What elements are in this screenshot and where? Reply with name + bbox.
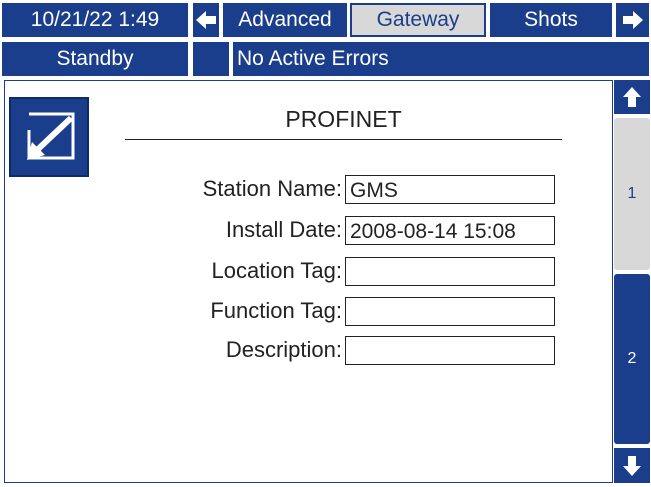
scroll-up-button[interactable] (614, 80, 650, 114)
edit-icon (27, 112, 75, 160)
location-tag-label: Location Tag: (211, 258, 342, 283)
datetime-text: 10/21/22 1:49 (30, 8, 160, 31)
tab-gateway-label: Gateway (376, 8, 460, 31)
arrow-up-icon (623, 87, 641, 107)
arrow-left-icon (196, 11, 216, 29)
content-panel: PROFINET Station Name: GMS Install Date:… (4, 80, 613, 483)
next-screen-button[interactable] (616, 3, 649, 37)
page-scroll-column: 1 2 (614, 80, 650, 483)
description-label: Description: (225, 337, 342, 362)
page-2-button[interactable]: 2 (614, 274, 650, 444)
tab-shots-label: Shots (524, 8, 578, 31)
page-2-label: 2 (627, 350, 637, 367)
function-tag-label: Function Tag: (210, 298, 342, 323)
page-1-button[interactable]: 1 (614, 118, 650, 270)
prev-screen-button[interactable] (193, 3, 219, 37)
errors-text: No Active Errors (237, 47, 389, 70)
location-tag-field[interactable] (345, 257, 555, 286)
install-date-label: Install Date: (225, 217, 342, 242)
datetime-display: 10/21/22 1:49 (2, 3, 188, 37)
station-name-label: Station Name: (202, 176, 342, 201)
tab-gateway[interactable]: Gateway (350, 3, 486, 37)
function-tag-field[interactable] (345, 297, 555, 326)
errors-display: No Active Errors (233, 42, 649, 76)
arrow-down-icon (623, 455, 641, 476)
tab-advanced[interactable]: Advanced (223, 3, 347, 37)
page-title: PROFINET (125, 99, 562, 140)
install-date-field[interactable]: 2008-08-14 15:08 (345, 216, 555, 245)
scroll-down-button[interactable] (614, 448, 650, 483)
error-indicator (193, 42, 229, 76)
tab-advanced-label: Advanced (238, 8, 332, 31)
edit-button[interactable] (9, 97, 89, 177)
page-1-label: 1 (627, 185, 637, 202)
status-text: Standby (56, 47, 134, 70)
status-display: Standby (2, 42, 188, 76)
description-field[interactable] (345, 336, 555, 365)
tab-shots[interactable]: Shots (490, 3, 612, 37)
arrow-right-icon (622, 11, 643, 29)
station-name-field[interactable]: GMS (345, 175, 555, 204)
